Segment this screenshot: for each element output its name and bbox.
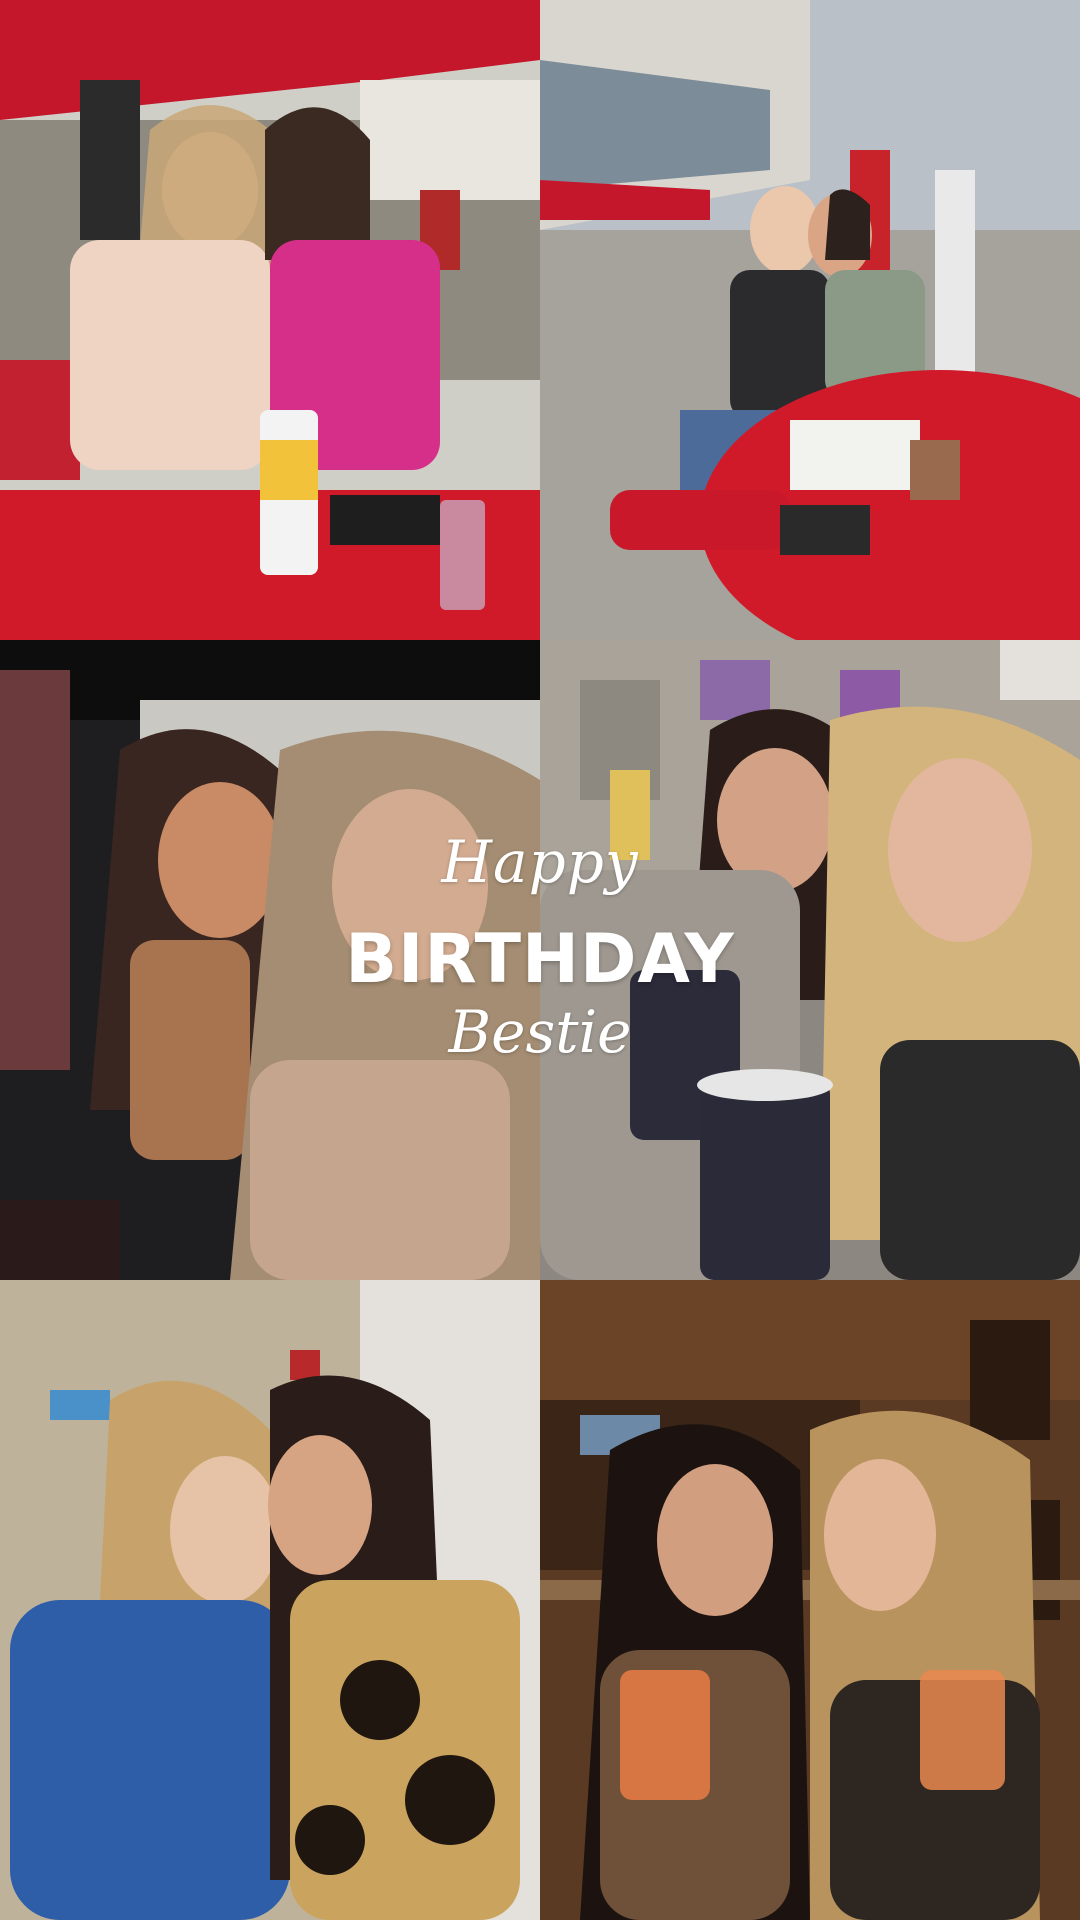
photo-collage <box>0 0 1080 1920</box>
photo-5-barn <box>0 1280 540 1920</box>
photo-6-bar-cocktails <box>540 1280 1080 1920</box>
photo-2-grandstand <box>540 0 1080 640</box>
photo-1-canopy-table <box>0 0 540 640</box>
photo-3-vehicle-selfie <box>0 640 540 1280</box>
photo-4-mural-drinks <box>540 640 1080 1280</box>
